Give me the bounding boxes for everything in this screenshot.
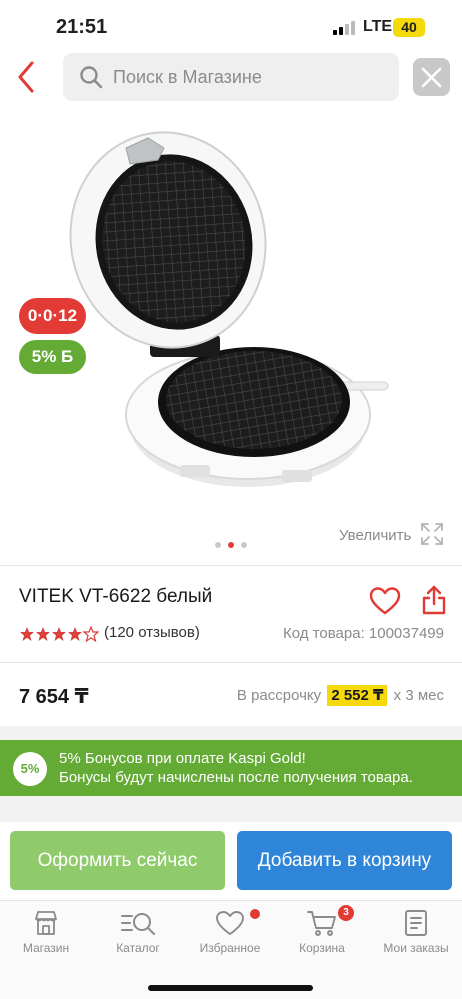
status-bar: 21:51 LTE 40 bbox=[0, 0, 462, 50]
cart-count-badge: 3 bbox=[338, 905, 354, 921]
close-icon bbox=[421, 67, 442, 88]
tab-label: Мои заказы bbox=[383, 941, 449, 955]
rating-stars bbox=[20, 626, 99, 642]
battery-icon: 40 bbox=[393, 18, 425, 37]
signal-icon bbox=[333, 21, 355, 35]
network-type: LTE bbox=[363, 18, 393, 35]
gallery-pagination bbox=[215, 542, 247, 550]
favorites-dot bbox=[250, 909, 260, 919]
tab-label: Избранное bbox=[199, 941, 261, 955]
close-search-button[interactable] bbox=[413, 58, 450, 96]
search-icon bbox=[80, 66, 103, 89]
favorite-heart-icon[interactable] bbox=[369, 586, 401, 616]
catalog-icon bbox=[121, 913, 155, 935]
tab-shop[interactable]: Магазин bbox=[0, 909, 92, 959]
orders-icon bbox=[405, 910, 427, 936]
section-gap bbox=[0, 726, 462, 740]
add-to-cart-button[interactable]: Добавить в корзину bbox=[237, 831, 452, 890]
pagination-dot bbox=[215, 542, 221, 548]
bonus-line-1: 5% Бонусов при оплате Kaspi Gold! bbox=[59, 750, 306, 767]
tab-favorites[interactable]: Избранное bbox=[184, 909, 276, 959]
divider bbox=[0, 662, 462, 663]
tab-label: Магазин bbox=[22, 941, 70, 955]
heart-icon bbox=[216, 911, 244, 935]
bonus-percent-badge: 5% bbox=[13, 752, 47, 786]
bonus-banner[interactable]: 5% 5% Бонусов при оплате Kaspi Gold! Бон… bbox=[0, 740, 462, 796]
expand-icon[interactable] bbox=[420, 522, 444, 546]
zoom-label[interactable]: Увеличить bbox=[339, 524, 411, 548]
bonus-line-2: Бонусы будут начислены после получения т… bbox=[59, 769, 413, 786]
cart-icon bbox=[307, 911, 336, 936]
divider bbox=[0, 565, 462, 566]
installment-prefix: В рассрочку bbox=[236, 687, 322, 704]
product-code: Код товара: 100037499 bbox=[283, 625, 444, 642]
status-time: 21:51 bbox=[56, 16, 108, 38]
product-page: 21:51 LTE 40 Поиск в Магазине 0·0·12 5% … bbox=[0, 0, 462, 999]
installment-info[interactable]: В рассрочку 2 552 ₸ х 3 мес bbox=[236, 685, 444, 706]
reviews-link[interactable]: (120 отзывов) bbox=[104, 624, 200, 641]
share-icon[interactable] bbox=[420, 584, 448, 616]
tab-catalog[interactable]: Каталог bbox=[92, 909, 184, 959]
search-input[interactable] bbox=[113, 53, 393, 101]
pagination-dot bbox=[241, 542, 247, 548]
installment-amount: 2 552 ₸ bbox=[327, 685, 388, 706]
installment-suffix: х 3 мес bbox=[393, 687, 444, 704]
tab-label: Каталог bbox=[116, 941, 160, 955]
shop-icon bbox=[35, 911, 57, 935]
bonus-badge: 5% Б bbox=[19, 340, 86, 374]
tab-label: Корзина bbox=[299, 941, 345, 955]
section-gap bbox=[0, 796, 462, 822]
product-title: VITEK VT-6622 белый bbox=[19, 586, 213, 607]
tab-orders[interactable]: Мои заказы bbox=[370, 909, 462, 959]
product-price: 7 654 ₸ bbox=[19, 686, 89, 708]
installment-badge: 0·0·12 bbox=[19, 298, 86, 334]
tab-cart[interactable]: 3 Корзина bbox=[276, 905, 368, 959]
search-bar[interactable] bbox=[63, 53, 399, 101]
product-image[interactable] bbox=[68, 130, 396, 505]
order-now-button[interactable]: Оформить сейчас bbox=[10, 831, 225, 890]
back-button[interactable] bbox=[12, 58, 44, 96]
pagination-dot-active bbox=[228, 542, 234, 548]
home-indicator bbox=[148, 985, 313, 991]
chevron-left-icon bbox=[18, 61, 34, 93]
